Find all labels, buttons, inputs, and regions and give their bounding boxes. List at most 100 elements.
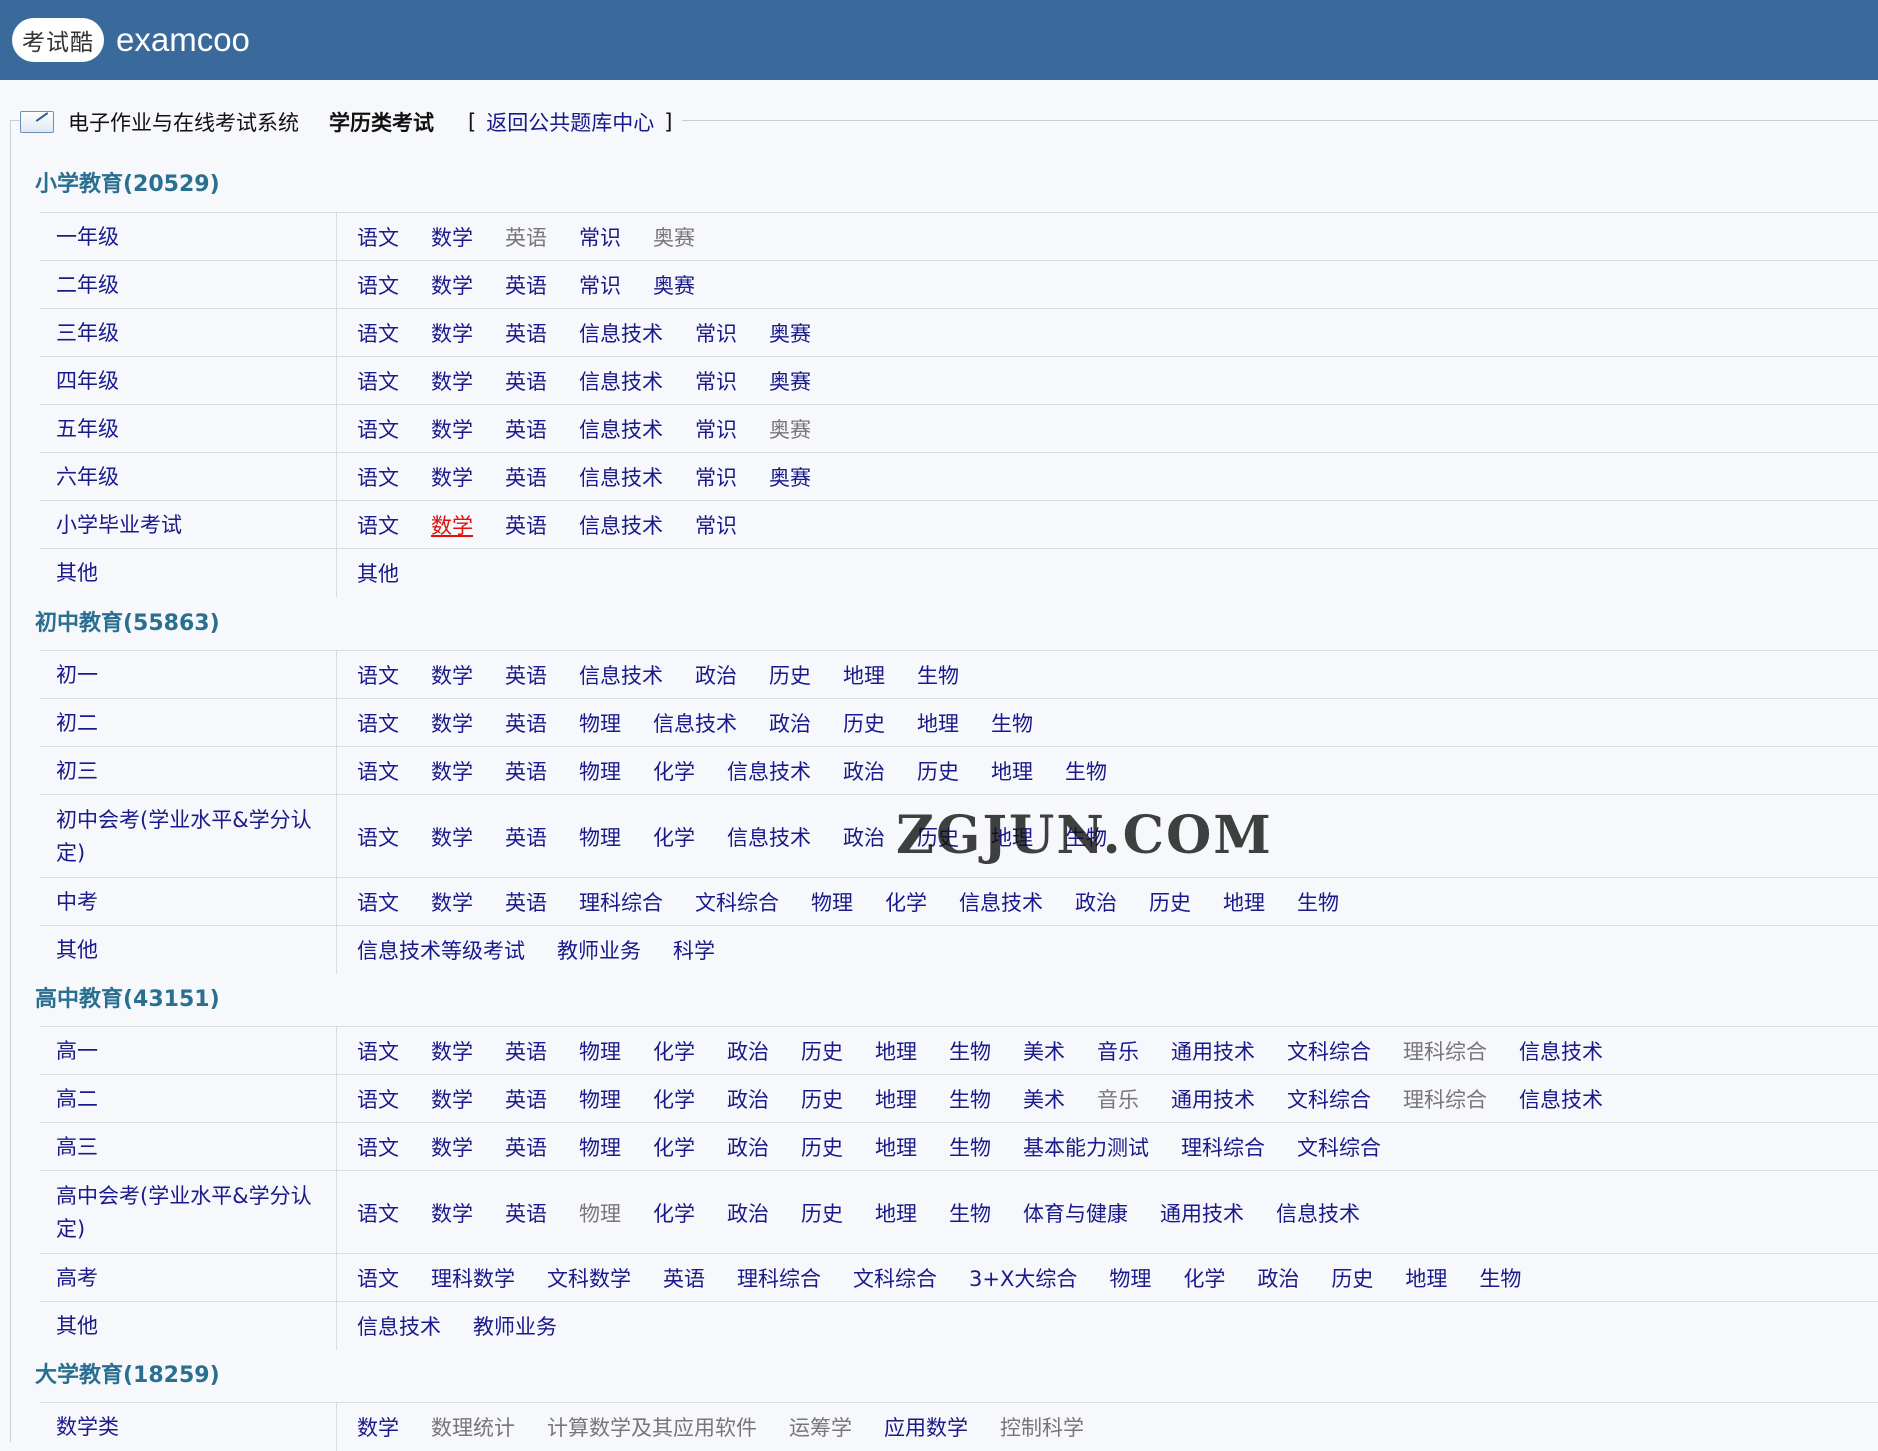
subject-link[interactable]: 奥赛 bbox=[769, 462, 811, 492]
grade-label[interactable]: 二年级 bbox=[40, 261, 336, 309]
back-to-public-bank-link[interactable]: 返回公共题库中心 bbox=[486, 107, 654, 137]
subject-link[interactable]: 政治 bbox=[695, 660, 737, 690]
subject-link[interactable]: 常识 bbox=[695, 462, 737, 492]
subject-link[interactable]: 语文 bbox=[357, 708, 399, 738]
grade-label[interactable]: 初三 bbox=[40, 747, 336, 795]
subject-link[interactable]: 政治 bbox=[769, 708, 811, 738]
subject-link[interactable]: 生物 bbox=[949, 1132, 991, 1162]
subject-link[interactable]: 信息技术 bbox=[1519, 1084, 1603, 1114]
subject-link[interactable]: 历史 bbox=[843, 708, 885, 738]
subject-link[interactable]: 奥赛 bbox=[653, 270, 695, 300]
grade-label[interactable]: 四年级 bbox=[40, 357, 336, 405]
subject-link[interactable]: 数理统计 bbox=[431, 1412, 515, 1442]
grade-label[interactable]: 一年级 bbox=[40, 213, 336, 261]
subject-link[interactable]: 英语 bbox=[505, 510, 547, 540]
subject-link[interactable]: 物理 bbox=[1109, 1263, 1151, 1293]
subject-link[interactable]: 文科数学 bbox=[547, 1263, 631, 1293]
subject-link[interactable]: 政治 bbox=[1075, 887, 1117, 917]
subject-link[interactable]: 政治 bbox=[727, 1198, 769, 1228]
subject-link[interactable]: 信息技术 bbox=[579, 510, 663, 540]
subject-link[interactable]: 语文 bbox=[357, 1036, 399, 1066]
subject-link[interactable]: 语文 bbox=[357, 462, 399, 492]
subject-link[interactable]: 英语 bbox=[505, 270, 547, 300]
subject-link[interactable]: 政治 bbox=[843, 822, 885, 852]
subject-link[interactable]: 政治 bbox=[727, 1084, 769, 1114]
grade-label[interactable]: 其他 bbox=[40, 926, 336, 974]
subject-link[interactable]: 数学 bbox=[431, 366, 473, 396]
subject-link[interactable]: 化学 bbox=[653, 1036, 695, 1066]
grade-label[interactable]: 初二 bbox=[40, 699, 336, 747]
subject-link[interactable]: 地理 bbox=[875, 1084, 917, 1114]
subject-link[interactable]: 语文 bbox=[357, 1084, 399, 1114]
subject-link[interactable]: 语文 bbox=[357, 660, 399, 690]
grade-label[interactable]: 高二 bbox=[40, 1075, 336, 1123]
subject-link[interactable]: 历史 bbox=[1331, 1263, 1373, 1293]
subject-link[interactable]: 英语 bbox=[505, 414, 547, 444]
subject-link[interactable]: 政治 bbox=[843, 756, 885, 786]
subject-link[interactable]: 化学 bbox=[653, 1084, 695, 1114]
subject-link[interactable]: 通用技术 bbox=[1171, 1036, 1255, 1066]
subject-link[interactable]: 英语 bbox=[505, 1132, 547, 1162]
subject-link[interactable]: 化学 bbox=[653, 822, 695, 852]
subject-link[interactable]: 数学 bbox=[431, 318, 473, 348]
subject-link[interactable]: 教师业务 bbox=[557, 935, 641, 965]
subject-link[interactable]: 理科综合 bbox=[1181, 1132, 1265, 1162]
subject-link[interactable]: 英语 bbox=[505, 366, 547, 396]
subject-link[interactable]: 信息技术 bbox=[579, 462, 663, 492]
subject-link[interactable]: 信息技术等级考试 bbox=[357, 935, 525, 965]
subject-link[interactable]: 地理 bbox=[875, 1036, 917, 1066]
subject-link[interactable]: 英语 bbox=[505, 708, 547, 738]
subject-link[interactable]: 语文 bbox=[357, 822, 399, 852]
subject-link[interactable]: 政治 bbox=[727, 1132, 769, 1162]
subject-link[interactable]: 数学 bbox=[357, 1412, 399, 1442]
subject-link[interactable]: 理科综合 bbox=[1403, 1036, 1487, 1066]
section-title[interactable]: 大学教育(18259) bbox=[35, 1357, 220, 1389]
subject-link[interactable]: 物理 bbox=[579, 708, 621, 738]
subject-link[interactable]: 应用数学 bbox=[884, 1412, 968, 1442]
subject-link[interactable]: 地理 bbox=[875, 1132, 917, 1162]
subject-link[interactable]: 信息技术 bbox=[357, 1311, 441, 1341]
subject-link[interactable]: 控制科学 bbox=[1000, 1412, 1084, 1442]
subject-link[interactable]: 生物 bbox=[949, 1198, 991, 1228]
subject-link[interactable]: 物理 bbox=[579, 1198, 621, 1228]
subject-link[interactable]: 奥赛 bbox=[769, 318, 811, 348]
subject-link[interactable]: 英语 bbox=[505, 222, 547, 252]
subject-link[interactable]: 历史 bbox=[801, 1198, 843, 1228]
subject-link[interactable]: 音乐 bbox=[1097, 1084, 1139, 1114]
subject-link[interactable]: 数学 bbox=[431, 1084, 473, 1114]
subject-link[interactable]: 英语 bbox=[505, 822, 547, 852]
subject-link[interactable]: 语文 bbox=[357, 887, 399, 917]
subject-link[interactable]: 政治 bbox=[1257, 1263, 1299, 1293]
subject-link[interactable]: 化学 bbox=[1183, 1263, 1225, 1293]
grade-label[interactable]: 三年级 bbox=[40, 309, 336, 357]
subject-link[interactable]: 英语 bbox=[505, 887, 547, 917]
brand-name[interactable]: examcoo bbox=[116, 21, 250, 59]
subject-link[interactable]: 理科综合 bbox=[579, 887, 663, 917]
subject-link[interactable]: 常识 bbox=[695, 510, 737, 540]
subject-link[interactable]: 历史 bbox=[801, 1036, 843, 1066]
grade-label[interactable]: 初中会考(学业水平&学分认定) bbox=[40, 795, 336, 878]
subject-link[interactable]: 英语 bbox=[505, 318, 547, 348]
subject-link[interactable]: 地理 bbox=[875, 1198, 917, 1228]
subject-link[interactable]: 化学 bbox=[653, 1198, 695, 1228]
grade-label[interactable]: 五年级 bbox=[40, 405, 336, 453]
subject-link[interactable]: 历史 bbox=[801, 1084, 843, 1114]
grade-label[interactable]: 其他 bbox=[40, 549, 336, 597]
subject-link[interactable]: 语文 bbox=[357, 222, 399, 252]
subject-link[interactable]: 数学 bbox=[431, 708, 473, 738]
grade-label[interactable]: 中考 bbox=[40, 878, 336, 926]
subject-link[interactable]: 地理 bbox=[1223, 887, 1265, 917]
subject-link[interactable]: 奥赛 bbox=[769, 366, 811, 396]
subject-link[interactable]: 政治 bbox=[727, 1036, 769, 1066]
subject-link[interactable]: 地理 bbox=[991, 756, 1033, 786]
grade-label[interactable]: 高三 bbox=[40, 1123, 336, 1171]
subject-link[interactable]: 信息技术 bbox=[959, 887, 1043, 917]
subject-link[interactable]: 文科综合 bbox=[695, 887, 779, 917]
subject-link[interactable]: 教师业务 bbox=[473, 1311, 557, 1341]
subject-link[interactable]: 数学 bbox=[431, 1036, 473, 1066]
subject-link[interactable]: 3+X大综合 bbox=[969, 1263, 1077, 1293]
subject-link[interactable]: 常识 bbox=[579, 222, 621, 252]
subject-link[interactable]: 通用技术 bbox=[1160, 1198, 1244, 1228]
subject-link[interactable]: 历史 bbox=[1149, 887, 1191, 917]
subject-link[interactable]: 文科综合 bbox=[1287, 1084, 1371, 1114]
